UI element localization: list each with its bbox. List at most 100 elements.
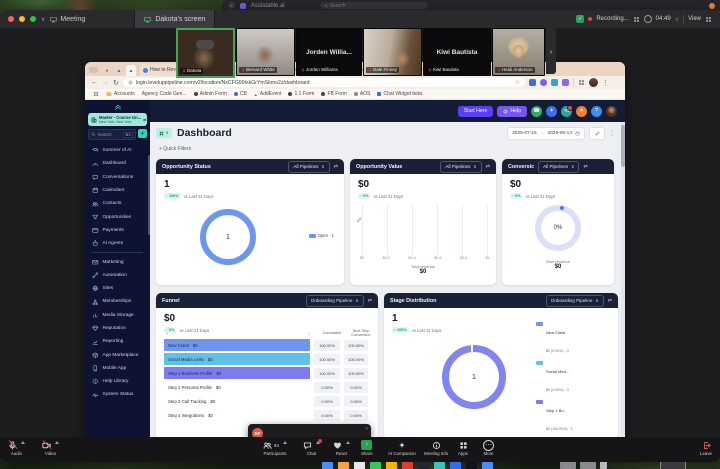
academy-button[interactable] (561, 104, 573, 117)
bookmark[interactable]: AOS (353, 91, 370, 97)
chat-notification-toast[interactable]: DF From Dale Finney to everyone Same pig… (248, 424, 371, 437)
bookmark[interactable]: FB Form (321, 91, 347, 97)
phone-button[interactable]: ☎ (531, 105, 542, 117)
share-button[interactable]: ↑ Share (361, 440, 373, 456)
launch-button[interactable]: ✦ (546, 105, 557, 117)
extension-icon[interactable] (561, 79, 569, 86)
more-options-icon[interactable]: ⋮ (609, 130, 615, 137)
participant-tile[interactable]: Bernard White (236, 28, 295, 76)
more-button[interactable]: ⋯ More (483, 439, 494, 456)
scrollbar-track[interactable] (621, 122, 625, 437)
support-button[interactable]: ? (591, 105, 602, 117)
reload-icon[interactable]: ↻ (113, 79, 119, 87)
browser-profile-avatar[interactable] (588, 78, 598, 87)
sidebar-item-app-marketplace[interactable]: App Marketplace (85, 348, 150, 361)
sidebar-item-mobile-app[interactable]: Mobile App (85, 362, 150, 375)
compare-icon[interactable]: ⇄ (608, 298, 612, 304)
pipeline-select[interactable]: All Pipelines ∨ (538, 160, 580, 173)
apps-grid-icon[interactable] (93, 91, 99, 97)
apps-button[interactable]: Apps (458, 440, 468, 456)
legend-item[interactable]: Step 1 Bu... $0 (100.00%) - 1 (536, 399, 614, 435)
react-button[interactable]: React (333, 440, 350, 456)
edit-dashboard-button[interactable] (589, 127, 605, 140)
sidebar-item-summer-of-ai[interactable]: Summer of AI (85, 144, 150, 157)
video-options-caret[interactable] (55, 440, 59, 444)
sidebar-item-system-status[interactable]: System Status (85, 388, 150, 401)
sidebar-ai-button[interactable]: ✦ (138, 129, 147, 138)
dock-app-icon[interactable] (434, 461, 445, 469)
minimized-window[interactable] (560, 461, 576, 469)
minimized-window[interactable] (580, 461, 596, 469)
funnel-row[interactable]: New Client $0 100.00% 100.00% (164, 339, 368, 351)
window-minimize-button[interactable] (19, 16, 25, 22)
funnel-row[interactable]: Step 1 Business Profile $0 100.00% 100.00… (164, 367, 368, 379)
back-icon[interactable]: ← (91, 79, 98, 86)
funnel-row[interactable]: Social Media Links $0 100.00% 100.00% (164, 353, 368, 365)
extension-icon[interactable] (539, 79, 547, 86)
funnel-row[interactable]: Step 3 Call Tracking $0 0.00% 0.00% (164, 395, 368, 407)
window-zoom-button[interactable] (30, 16, 36, 22)
quick-filters-button[interactable]: + Quick Filters (159, 146, 191, 152)
site-info-icon[interactable] (128, 80, 133, 85)
bookmark[interactable]: Agency Code Gen... (142, 91, 187, 97)
pipeline-select[interactable]: Onboarding Pipeline ∨ (545, 294, 604, 307)
bookmark[interactable]: CB (233, 91, 247, 97)
user-avatar[interactable] (606, 105, 617, 117)
address-bar[interactable]: login.leveluppipeline.com/v2/location/Nx… (122, 78, 525, 87)
assistable-search-input[interactable]: Search (319, 2, 428, 9)
participant-tile[interactable]: Kiwi Bautista Kiwi Bautista (423, 28, 491, 76)
legend-item[interactable]: New Client $0 (0.00%) - 0 (536, 321, 614, 357)
ai-companion-button[interactable]: ✦ AI Companion (388, 440, 416, 457)
date-from[interactable]: 2025-07-15 (512, 131, 537, 136)
bookmark[interactable]: ▲ AddEvent (254, 91, 282, 97)
participant-tile[interactable]: Dakota (176, 28, 235, 78)
chat-button[interactable]: Chat (303, 439, 322, 456)
date-to[interactable]: 2025-08-14 (547, 131, 572, 136)
funnel-row[interactable]: Step 4 Integrations $0 0.00% 0.00% (164, 409, 368, 421)
security-shield-icon[interactable]: ✓ (576, 15, 585, 23)
sidebar-item-dashboard[interactable]: Dashboard (85, 157, 150, 170)
sidebar-item-automation[interactable]: Automation (85, 269, 150, 282)
view-button[interactable]: View (688, 16, 701, 22)
timer-chevron-icon[interactable]: ∨ (675, 16, 679, 23)
bookmark[interactable]: 1:1 Form (288, 91, 314, 97)
window-close-button[interactable] (8, 16, 14, 22)
dock-app-icon[interactable] (482, 461, 493, 469)
dock-app-icon[interactable] (402, 461, 413, 469)
start-here-button[interactable]: Start Here (457, 105, 494, 117)
participant-tile[interactable]: Jorden Willia... Jorden Williams (296, 28, 362, 76)
react-caret[interactable] (346, 440, 350, 444)
notifications-button[interactable]: ✦ (576, 105, 587, 117)
sidebar-item-help-library[interactable]: Help Library (85, 375, 150, 388)
bookmark-star-icon[interactable]: ☆ (514, 79, 519, 86)
scrollbar-thumb[interactable] (621, 125, 625, 167)
toast-close-icon[interactable]: × (365, 426, 368, 431)
compare-icon[interactable]: ⇄ (486, 164, 490, 170)
sidebar-item-ai-agents[interactable]: AI Agents (85, 237, 150, 250)
sidebar-item-marketing[interactable]: Marketing (85, 255, 150, 268)
video-button[interactable]: Video (42, 439, 59, 456)
meeting-info-button[interactable]: Meeting Info (424, 440, 448, 456)
dock-app-icon[interactable] (322, 461, 333, 469)
pinned-tab[interactable]: ▲ (114, 65, 124, 76)
browser-window-controls[interactable] (89, 67, 98, 73)
sidebar-item-conversations[interactable]: Conversations (85, 171, 150, 184)
bookmark-folder[interactable]: Accounts (106, 91, 135, 97)
collapse-chevron-icon[interactable]: ∨ (41, 16, 45, 23)
extension-icon[interactable] (550, 79, 558, 86)
dashboard-switcher-button[interactable]: ∨ (156, 128, 172, 138)
compare-icon[interactable]: ⇄ (368, 298, 372, 304)
legend-item[interactable]: Social Med... $0 (0.00%) - 0 (536, 360, 614, 396)
participants-button[interactable]: 84 Participants (263, 440, 288, 456)
app-logo-icon[interactable] (114, 103, 122, 111)
legend-item[interactable]: Open - 1 (308, 233, 334, 238)
filmstrip-next-button[interactable]: › (546, 28, 556, 74)
audio-options-caret[interactable] (21, 440, 25, 444)
sidebar-item-calendars[interactable]: Calendars (85, 184, 150, 197)
participant-tile[interactable]: Heidi Anderson (492, 28, 545, 76)
forward-icon[interactable]: → (102, 79, 109, 86)
dock-app-icon[interactable] (386, 461, 397, 469)
tab-meeting[interactable]: Meeting (50, 16, 85, 23)
sidebar-item-reputation[interactable]: Reputation (85, 322, 150, 335)
dock-app-icon[interactable] (450, 461, 461, 469)
